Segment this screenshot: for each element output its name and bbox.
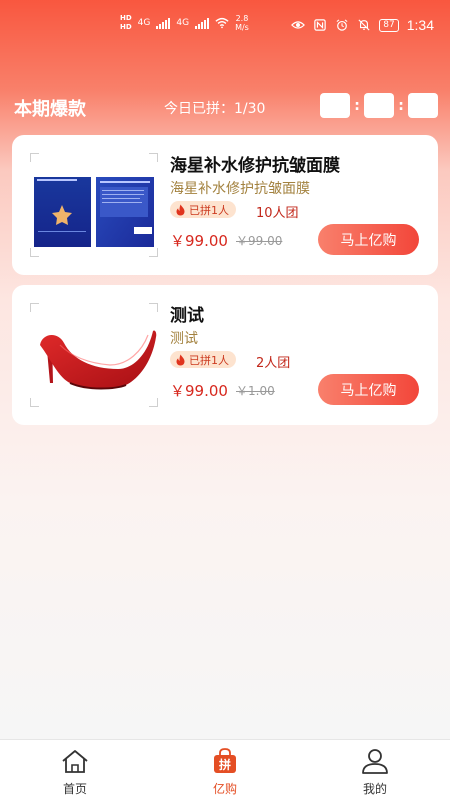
product-card[interactable]: 海星补水修护抗皱面膜 海星补水修护抗皱面膜 已拼1人 10人团 ￥99.00 ￥… [12,135,438,275]
status-left: HD HD 4G 4G 2.8 M/s [120,14,249,32]
tab-yigou-label: 亿购 [212,782,237,796]
fire-icon [176,204,185,215]
sale-price: ￥99.00 [170,382,228,400]
bottom-tab-bar: 首页 拼 亿购 我的 [0,739,450,800]
product-name[interactable]: 海星补水修护抗皱面膜 [170,151,340,176]
page-title: 本期爆款 [14,99,86,120]
product-subtitle: 海星补水修护抗皱面膜 [170,181,310,197]
product-image-red-shoe[interactable] [30,303,158,407]
wifi-icon [215,17,229,29]
countdown-timer: : : [320,93,438,118]
network-type-2: 4G [176,18,190,28]
timer-hours [320,93,350,118]
user-icon [362,749,388,774]
mute-icon [358,19,370,31]
daily-count: 今日已拼：1/30 [164,101,266,117]
product-image-face-mask[interactable] [30,153,158,257]
buy-now-button[interactable]: 马上亿购 [318,224,419,255]
eye-icon [291,21,306,29]
timer-separator: : [398,97,404,114]
product-subtitle: 测试 [170,331,198,347]
battery-icon: 87 [379,18,399,32]
timer-minutes [364,93,394,118]
tab-profile-label: 我的 [362,782,387,796]
original-price: ￥99.00 [236,234,283,248]
group-size: 2人团 [256,356,291,371]
alarm-icon [336,19,348,31]
joined-badge: 已拼1人 [170,201,236,218]
tab-profile[interactable]: 我的 [300,740,450,800]
tab-home[interactable]: 首页 [0,740,150,800]
red-heel-image [40,330,157,390]
status-right: 87 1:34 [291,17,434,33]
product-name[interactable]: 测试 [170,301,204,326]
svg-text:拼: 拼 [219,757,231,772]
shopping-bag-icon: 拼 [214,748,236,773]
network-type-1: 4G [137,18,151,28]
original-price: ￥1.00 [236,384,275,398]
signal-icon-2 [195,17,210,29]
face-mask-image [34,165,154,247]
group-size: 10人团 [256,206,299,221]
timer-seconds [408,93,438,118]
clock: 1:34 [406,17,434,33]
tab-yigou[interactable]: 拼 亿购 [150,740,300,800]
status-bar: HD HD 4G 4G 2.8 M/s 87 1:34 [0,0,450,52]
sale-price: ￥99.00 [170,232,228,250]
section-header: 本期爆款 今日已拼：1/30 : : [0,90,450,124]
signal-icon [156,17,171,29]
network-speed: 2.8 M/s [235,14,249,32]
tab-home-label: 首页 [62,782,87,796]
buy-now-button[interactable]: 马上亿购 [318,374,419,405]
joined-badge: 已拼1人 [170,351,236,368]
timer-separator: : [354,97,360,114]
nfc-icon [314,19,327,31]
hd-indicator: HD HD [120,14,132,31]
fire-icon [176,354,185,365]
home-icon [62,750,88,773]
product-card[interactable]: 测试 测试 已拼1人 2人团 ￥99.00 ￥1.00 马上亿购 [12,285,438,425]
